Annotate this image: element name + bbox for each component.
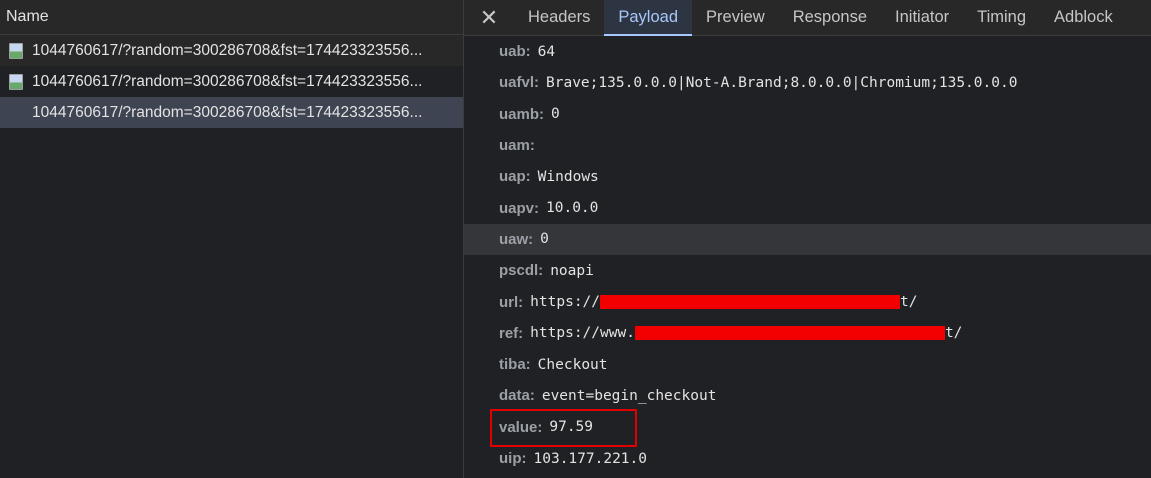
param-key: uap: <box>499 168 531 186</box>
payload-row[interactable]: uapv: 10.0.0 <box>464 192 1151 223</box>
payload-row[interactable]: data: event=begin_checkout <box>464 380 1151 411</box>
param-key: data: <box>499 387 535 405</box>
name-column-label: Name <box>6 8 49 25</box>
tab-headers[interactable]: Headers <box>514 0 604 35</box>
param-key: uapv: <box>499 199 540 217</box>
payload-row[interactable]: pscdl: noapi <box>464 255 1151 286</box>
param-value: 64 <box>537 43 556 60</box>
request-name: 1044760617/?random=300286708&fst=1744233… <box>32 41 423 59</box>
param-value: 0 <box>540 231 549 248</box>
image-file-icon <box>9 42 23 59</box>
value-prefix: https://www. <box>530 325 635 342</box>
param-value: 103.177.221.0 <box>533 450 648 467</box>
redaction-mark <box>634 326 945 341</box>
param-value: 10.0.0 <box>546 200 599 217</box>
param-key: uam: <box>499 137 535 155</box>
image-file-icon <box>9 73 23 90</box>
param-value-redacted: https:// t/ <box>530 294 917 310</box>
payload-row[interactable]: uip: 103.177.221.0 <box>464 443 1151 474</box>
request-row[interactable]: 1044760617/?random=300286708&fst=1744233… <box>0 35 463 66</box>
request-name: 1044760617/?random=300286708&fst=1744233… <box>32 72 423 90</box>
param-key: uip: <box>499 450 527 467</box>
param-value: noapi <box>550 262 594 279</box>
request-name: 1044760617/?random=300286708&fst=1744233… <box>32 103 423 121</box>
tab-payload[interactable]: Payload <box>604 0 693 36</box>
payload-row[interactable]: ref: https://www. t/ <box>464 318 1151 349</box>
param-key: uab: <box>499 43 531 61</box>
value-suffix: t/ <box>900 294 918 311</box>
redaction-mark <box>600 295 901 310</box>
request-row-selected[interactable]: 1044760617/?random=300286708&fst=1744233… <box>0 97 463 128</box>
param-key: url: <box>499 293 524 311</box>
value-prefix: https:// <box>530 294 601 311</box>
request-row[interactable]: 1044760617/?random=300286708&fst=1744233… <box>0 66 463 97</box>
payload-row[interactable]: uafvl: Brave;135.0.0.0|Not-A.Brand;8.0.0… <box>464 67 1151 98</box>
payload-row[interactable]: url: https:// t/ <box>464 286 1151 317</box>
param-key: pscdl: <box>499 262 544 280</box>
tab-response[interactable]: Response <box>779 0 881 35</box>
param-value: Windows <box>537 168 599 185</box>
value-suffix: t/ <box>944 325 963 342</box>
tab-timing[interactable]: Timing <box>963 0 1040 35</box>
param-value: Brave;135.0.0.0|Not-A.Brand;8.0.0.0|Chro… <box>546 74 1018 91</box>
tab-preview[interactable]: Preview <box>692 0 779 35</box>
param-key: tiba: <box>499 356 531 374</box>
param-value-redacted: https://www. t/ <box>530 325 962 341</box>
payload-row[interactable]: uamb: 0 <box>464 99 1151 130</box>
param-key: uafvl: <box>499 74 540 92</box>
param-key: uamb: <box>499 105 544 123</box>
payload-row[interactable]: tiba: Checkout <box>464 349 1151 380</box>
payload-list: uab: 64 uafvl: Brave;135.0.0.0|Not-A.Bra… <box>464 36 1151 474</box>
param-value: event=begin_checkout <box>541 387 717 404</box>
tab-adblock[interactable]: Adblock <box>1040 0 1127 35</box>
payload-row[interactable]: uam: <box>464 130 1151 161</box>
request-list: Name 1044760617/?random=300286708&fst=17… <box>0 0 463 478</box>
param-value: Checkout <box>537 356 608 373</box>
payload-row[interactable]: uab: 64 <box>464 36 1151 67</box>
details-tabbar: ✕ Headers Payload Preview Response Initi… <box>464 0 1151 36</box>
param-key: ref: <box>499 324 524 342</box>
request-details: ✕ Headers Payload Preview Response Initi… <box>464 0 1151 478</box>
payload-row-hovered[interactable]: uaw: 0 <box>464 223 1151 256</box>
name-column-header[interactable]: Name <box>0 0 463 35</box>
tab-initiator[interactable]: Initiator <box>881 0 963 35</box>
close-icon[interactable]: ✕ <box>464 0 514 35</box>
devtools-network-panel: Name 1044760617/?random=300286708&fst=17… <box>0 0 1151 478</box>
annotation-highlight-box <box>490 409 637 447</box>
payload-row[interactable]: uap: Windows <box>464 161 1151 192</box>
param-key: uaw: <box>499 230 534 248</box>
param-value: 0 <box>551 106 560 123</box>
